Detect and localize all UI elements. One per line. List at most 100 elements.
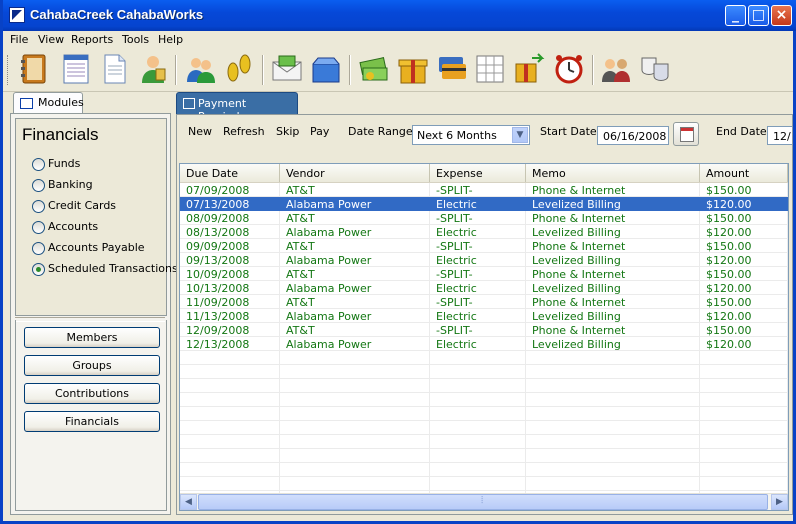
menu-view[interactable]: View xyxy=(38,33,64,46)
close-button[interactable]: × xyxy=(771,5,792,26)
spreadsheet-icon[interactable] xyxy=(59,52,93,86)
alarm-clock-icon[interactable] xyxy=(552,52,586,86)
table-row[interactable]: 09/13/2008 Alabama Power Electric Levelized… xyxy=(180,253,788,267)
radio-label: Banking xyxy=(48,178,93,191)
members-button[interactable]: Members xyxy=(24,327,160,348)
reminders-toolbar: New Refresh Skip Pay Date Range: Next 6 … xyxy=(177,115,792,147)
table-row[interactable]: 07/09/2008 AT&T -SPLIT- Phone & Internet $15… xyxy=(180,183,788,197)
people-icon[interactable] xyxy=(599,52,633,86)
grid-icon[interactable] xyxy=(473,52,507,86)
radio-scheduled-transactions[interactable]: Scheduled Transactions xyxy=(32,262,182,278)
empty-cell xyxy=(430,477,526,491)
empty-cell xyxy=(180,379,280,393)
cell-due-date: 07/09/2008 xyxy=(180,183,280,197)
radio-accounts-payable[interactable]: Accounts Payable xyxy=(32,241,182,257)
horizontal-scrollbar[interactable]: ◀ ▶ xyxy=(180,493,788,510)
groups-button[interactable]: Groups xyxy=(24,355,160,376)
column-expense[interactable]: Expense xyxy=(430,164,526,182)
envelope-money-icon[interactable] xyxy=(270,52,304,86)
radio-accounts[interactable]: Accounts xyxy=(32,220,182,236)
column-memo[interactable]: Memo xyxy=(526,164,700,182)
empty-cell xyxy=(280,421,430,435)
menu-tools[interactable]: Tools xyxy=(122,33,149,46)
calendar-icon xyxy=(680,127,694,142)
refresh-button[interactable]: Refresh xyxy=(223,125,265,138)
new-button[interactable]: New xyxy=(188,125,212,138)
contributions-button[interactable]: Contributions xyxy=(24,383,160,404)
cell-expense: Electric xyxy=(430,225,526,239)
chevron-down-icon[interactable]: ▼ xyxy=(512,127,528,143)
cell-memo: Phone & Internet xyxy=(526,183,700,197)
cell-vendor: AT&T xyxy=(280,183,430,197)
end-date-field[interactable]: 12/ xyxy=(767,126,792,145)
cell-memo: Phone & Internet xyxy=(526,239,700,253)
table-row[interactable]: 07/13/2008 Alabama Power Electric Levelized… xyxy=(180,197,788,211)
start-date-field[interactable]: 06/16/2008 xyxy=(597,126,669,145)
drama-masks-icon[interactable] xyxy=(638,52,672,86)
title-bar[interactable]: CahabaCreek CahabaWorks _ □ × xyxy=(3,0,796,31)
scroll-left-icon[interactable]: ◀ xyxy=(180,494,197,510)
cell-expense: -SPLIT- xyxy=(430,239,526,253)
column-due-date[interactable]: Due Date xyxy=(180,164,280,182)
table-row[interactable]: 10/13/2008 Alabama Power Electric Levelized… xyxy=(180,281,788,295)
empty-cell xyxy=(430,379,526,393)
empty-cell xyxy=(280,477,430,491)
date-range-select[interactable]: Next 6 Months ▼ xyxy=(412,125,530,145)
box-icon[interactable] xyxy=(309,52,343,86)
pay-button[interactable]: Pay xyxy=(310,125,329,138)
empty-cell xyxy=(430,365,526,379)
group-icon[interactable] xyxy=(184,52,218,86)
radio-label: Accounts Payable xyxy=(48,241,145,254)
table-row[interactable]: 12/13/2008 Alabama Power Electric Levelized… xyxy=(180,337,788,351)
gift-transfer-icon[interactable] xyxy=(512,52,546,86)
column-amount[interactable]: Amount xyxy=(700,164,788,182)
empty-cell xyxy=(526,421,700,435)
radio-banking[interactable]: Banking xyxy=(32,178,182,194)
scroll-thumb[interactable] xyxy=(198,494,768,510)
calendar-button[interactable] xyxy=(673,122,699,146)
app-logo-icon[interactable] xyxy=(9,7,25,23)
cell-vendor: Alabama Power xyxy=(280,337,430,351)
gift-icon[interactable] xyxy=(396,52,430,86)
footprints-icon[interactable] xyxy=(222,52,256,86)
table-row[interactable]: 12/09/2008 AT&T -SPLIT- Phone & Internet $15… xyxy=(180,323,788,337)
radio-credit-cards[interactable]: Credit Cards xyxy=(32,199,182,215)
cell-vendor: AT&T xyxy=(280,239,430,253)
cell-amount: $150.00 xyxy=(700,211,788,225)
skip-button[interactable]: Skip xyxy=(276,125,299,138)
toolbar-separator xyxy=(349,55,351,85)
cell-memo: Phone & Internet xyxy=(526,323,700,337)
table-row[interactable]: 10/09/2008 AT&T -SPLIT- Phone & Internet $15… xyxy=(180,267,788,281)
menu-help[interactable]: Help xyxy=(158,33,183,46)
table-row[interactable]: 08/13/2008 Alabama Power Electric Levelized… xyxy=(180,225,788,239)
empty-cell xyxy=(430,463,526,477)
cell-expense: -SPLIT- xyxy=(430,183,526,197)
credit-cards-icon[interactable] xyxy=(435,52,469,86)
empty-cell xyxy=(430,421,526,435)
table-row[interactable]: 08/09/2008 AT&T -SPLIT- Phone & Internet $15… xyxy=(180,211,788,225)
tab-modules[interactable]: Modules xyxy=(13,92,84,113)
cell-memo: Levelized Billing xyxy=(526,253,700,267)
radio-indicator xyxy=(32,200,45,213)
cash-icon[interactable] xyxy=(357,52,391,86)
scroll-right-icon[interactable]: ▶ xyxy=(771,494,788,510)
table-row[interactable]: 09/09/2008 AT&T -SPLIT- Phone & Internet $15… xyxy=(180,239,788,253)
toolbar-grip[interactable] xyxy=(7,55,11,85)
minimize-button[interactable]: _ xyxy=(725,5,746,26)
table-row[interactable]: 11/09/2008 AT&T -SPLIT- Phone & Internet $15… xyxy=(180,295,788,309)
document-icon[interactable] xyxy=(98,52,132,86)
maximize-button[interactable]: □ xyxy=(748,5,769,26)
member-icon[interactable] xyxy=(136,52,170,86)
modules-frame: Financials Funds Banking Credit Cards Ac… xyxy=(10,113,178,515)
empty-row xyxy=(180,393,788,407)
column-vendor[interactable]: Vendor xyxy=(280,164,430,182)
radio-funds[interactable]: Funds xyxy=(32,157,182,173)
menu-reports[interactable]: Reports xyxy=(71,33,113,46)
table-row[interactable]: 11/13/2008 Alabama Power Electric Levelized… xyxy=(180,309,788,323)
financials-button[interactable]: Financials xyxy=(24,411,160,432)
tab-payment-reminders[interactable]: Payment Reminders xyxy=(176,92,298,123)
cell-amount: $150.00 xyxy=(700,239,788,253)
tab-modules-label: Modules xyxy=(38,96,84,109)
menu-file[interactable]: File xyxy=(10,33,28,46)
address-book-icon[interactable] xyxy=(18,52,52,86)
